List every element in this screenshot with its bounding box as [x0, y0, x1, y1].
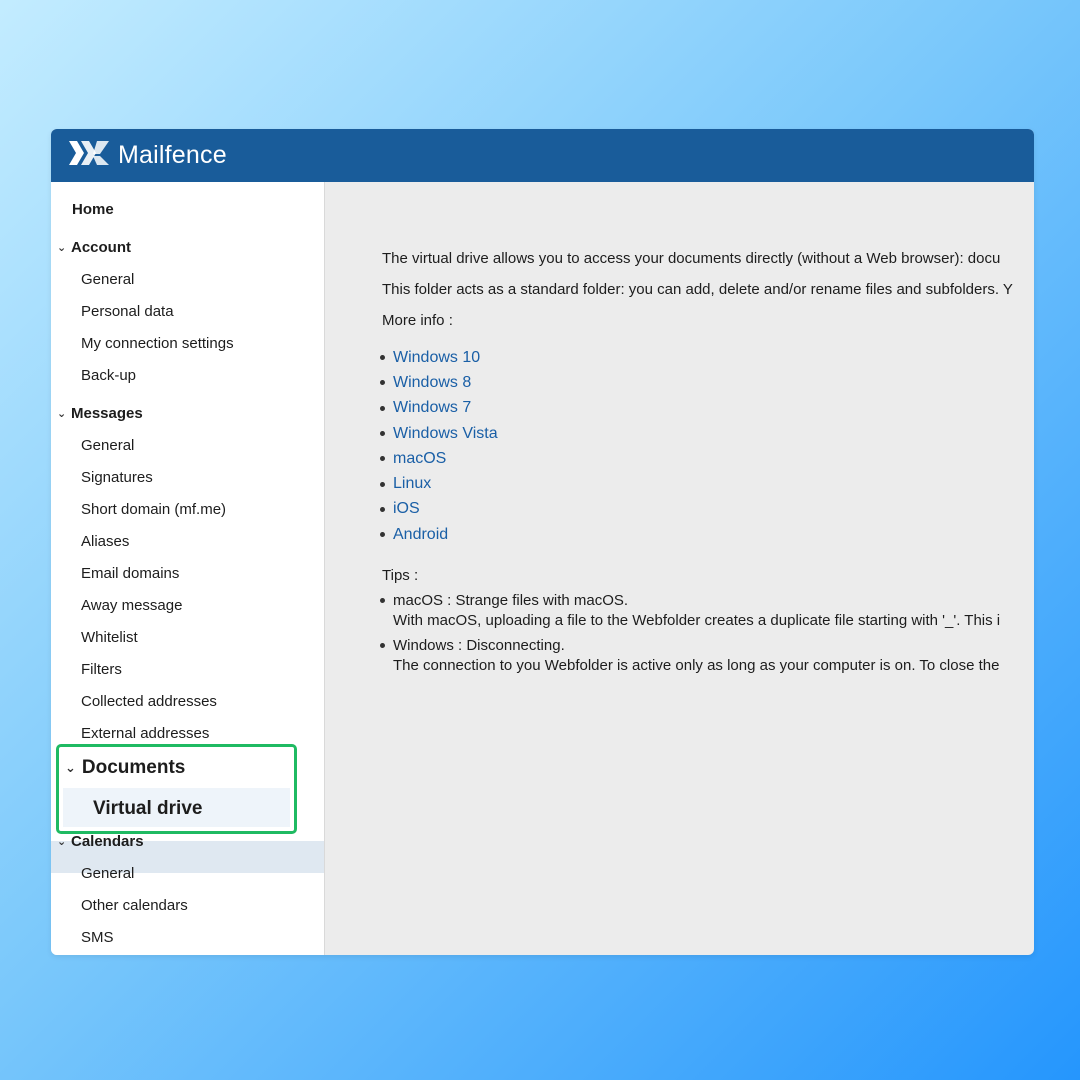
list-item: Windows 7 — [380, 396, 498, 421]
list-item: Android — [380, 522, 498, 547]
sidebar-item-personal-data[interactable]: Personal data — [51, 296, 354, 326]
section-label: Messages — [71, 404, 143, 422]
documents-highlight-box: ⌄ Documents Virtual drive — [56, 744, 297, 834]
more-info-label: More info : — [382, 312, 453, 329]
platform-links-list: Windows 10 Windows 8 Windows 7 Windows V… — [380, 345, 498, 547]
bullet-icon — [380, 431, 385, 437]
folder-info-text: This folder acts as a standard folder: y… — [382, 281, 1013, 298]
tips-label: Tips : — [382, 567, 419, 584]
header-bar: Mailfence — [51, 129, 1034, 182]
list-item: Linux — [380, 471, 498, 496]
bullet-icon — [380, 481, 385, 487]
bullet-icon — [380, 643, 385, 648]
sidebar-item-messages-general[interactable]: General — [51, 430, 354, 460]
bullet-icon — [380, 598, 385, 603]
chevron-down-icon: ⌄ — [57, 835, 67, 848]
sidebar-item-short-domain[interactable]: Short domain (mf.me) — [51, 494, 354, 524]
link-android[interactable]: Android — [393, 526, 448, 544]
bullet-icon — [380, 405, 385, 411]
list-item: iOS — [380, 497, 498, 522]
link-windows-7[interactable]: Windows 7 — [393, 399, 471, 417]
section-label: Calendars — [71, 832, 144, 850]
sidebar-item-filters[interactable]: Filters — [51, 654, 354, 684]
bullet-icon — [380, 380, 385, 386]
sidebar-section-documents[interactable]: ⌄ Documents — [65, 757, 185, 779]
chevron-down-icon: ⌄ — [57, 241, 67, 254]
mailfence-logo-icon — [67, 137, 111, 174]
sidebar-item-collected-addresses[interactable]: Collected addresses — [51, 686, 354, 716]
link-windows-vista[interactable]: Windows Vista — [393, 425, 498, 443]
sidebar-item-other-calendars[interactable]: Other calendars — [51, 890, 354, 920]
sidebar-section-messages[interactable]: ⌄ Messages — [51, 398, 324, 428]
link-macos[interactable]: macOS — [393, 450, 446, 468]
bullet-icon — [380, 456, 385, 462]
sidebar-item-calendars-general[interactable]: General — [51, 858, 354, 888]
chevron-down-icon: ⌄ — [65, 760, 76, 775]
list-item: macOS — [380, 446, 498, 471]
chevron-down-icon: ⌄ — [57, 407, 67, 420]
tip-body: The connection to you Webfolder is activ… — [393, 657, 1000, 674]
link-windows-8[interactable]: Windows 8 — [393, 374, 471, 392]
sidebar-item-signatures[interactable]: Signatures — [51, 462, 354, 492]
settings-sidebar: Home ⌄ Account General Personal data My … — [51, 182, 325, 955]
bullet-icon — [380, 355, 385, 361]
tip-item: macOS : Strange files with macOS. With m… — [380, 591, 1000, 631]
tip-body: With macOS, uploading a file to the Webf… — [393, 612, 1001, 629]
sidebar-item-sms[interactable]: SMS — [51, 922, 354, 952]
virtual-drive-panel: The virtual drive allows you to access y… — [325, 182, 1034, 955]
tip-title: Windows : Disconnecting. — [393, 637, 565, 654]
sidebar-item-connection-settings[interactable]: My connection settings — [51, 328, 354, 358]
link-linux[interactable]: Linux — [393, 475, 431, 493]
sidebar-item-away-message[interactable]: Away message — [51, 590, 354, 620]
link-windows-10[interactable]: Windows 10 — [393, 349, 480, 367]
sidebar-item-account-general[interactable]: General — [51, 264, 354, 294]
sidebar-item-virtual-drive[interactable]: Virtual drive — [93, 798, 202, 820]
tips-section: Tips : macOS : Strange files with macOS.… — [380, 566, 1000, 676]
list-item: Windows Vista — [380, 421, 498, 446]
tip-item: Windows : Disconnecting. The connection … — [380, 636, 1000, 676]
list-item: Windows 8 — [380, 370, 498, 395]
sidebar-item-whitelist[interactable]: Whitelist — [51, 622, 354, 652]
tip-title: macOS : Strange files with macOS. — [393, 592, 629, 609]
list-item: Windows 10 — [380, 345, 498, 370]
sidebar-item-aliases[interactable]: Aliases — [51, 526, 354, 556]
section-label: Documents — [81, 757, 186, 778]
mailfence-logo[interactable]: Mailfence — [67, 137, 227, 174]
sidebar-item-email-domains[interactable]: Email domains — [51, 558, 354, 588]
link-ios[interactable]: iOS — [393, 500, 420, 518]
intro-text: The virtual drive allows you to access y… — [382, 250, 1001, 267]
sidebar-section-account[interactable]: ⌄ Account — [51, 232, 324, 262]
sidebar-item-backup[interactable]: Back-up — [51, 360, 354, 390]
bullet-icon — [380, 506, 385, 512]
section-label: Account — [71, 238, 131, 256]
sidebar-item-home[interactable]: Home — [72, 194, 345, 224]
bullet-icon — [380, 532, 385, 538]
app-name: Mailfence — [118, 141, 227, 169]
